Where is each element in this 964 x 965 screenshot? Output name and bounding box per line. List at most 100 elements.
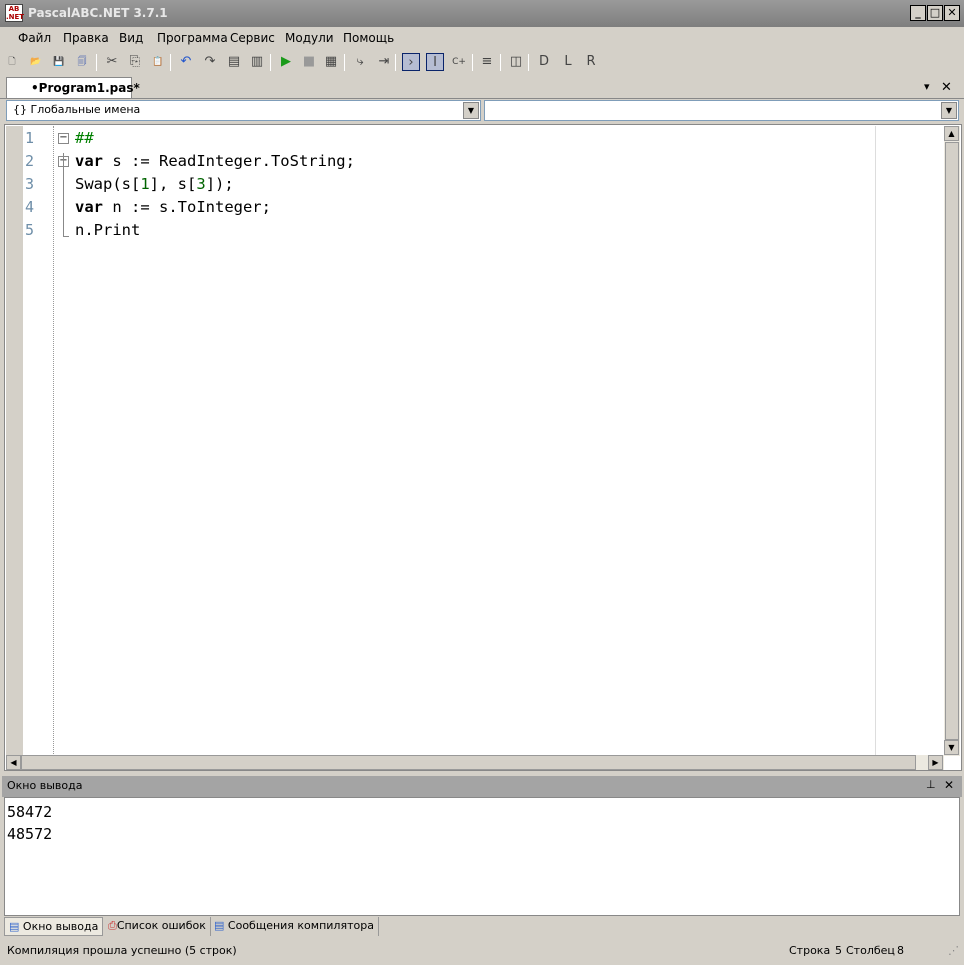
toolbar-separator	[500, 54, 501, 71]
open-folder-icon[interactable]: 📂	[27, 53, 45, 71]
close-tab-icon[interactable]: ✕	[941, 80, 952, 95]
editor-gutter	[6, 126, 23, 756]
code-token: ##	[75, 129, 94, 147]
redo-icon[interactable]: ↷	[201, 53, 219, 71]
code-token: var	[75, 152, 103, 170]
copy-icon[interactable]: ⎘	[126, 53, 144, 71]
close-panel-icon[interactable]: ✕	[944, 778, 954, 792]
tab-label: Список ошибок	[116, 919, 206, 932]
fold-toggle-icon[interactable]: −	[58, 133, 69, 144]
output-line: 58472	[7, 803, 53, 821]
line-number: 5	[25, 221, 35, 239]
divider	[0, 98, 964, 99]
maximize-button[interactable]: □	[927, 5, 943, 21]
code-line: n.Print	[75, 221, 140, 239]
tab-output[interactable]: ▤ Окно вывода	[4, 917, 104, 936]
line-number: 4	[25, 198, 35, 216]
code-token: Swap(s[	[75, 175, 141, 193]
scroll-left-arrow[interactable]: ◀	[6, 755, 21, 770]
cut-icon[interactable]: ✂	[103, 53, 121, 71]
step-into-icon[interactable]: ⤷	[351, 53, 369, 71]
close-button[interactable]: ✕	[944, 5, 960, 21]
code-line: var s := ReadInteger.ToString;	[75, 152, 355, 170]
code-line: ##	[75, 129, 94, 147]
output-panel-header: Окно вывода ⊥ ✕	[2, 776, 962, 797]
code-token: n.Print	[75, 221, 141, 239]
stop-icon[interactable]: ■	[300, 53, 318, 71]
toolbar-separator	[96, 54, 97, 71]
status-message: Компиляция прошла успешно (5 строк)	[7, 944, 237, 957]
scope-select[interactable]: {} Глобальные имена ▼	[6, 100, 481, 121]
minimize-button[interactable]: _	[910, 5, 926, 21]
menu-modules[interactable]: Модули	[285, 31, 334, 45]
menu-service[interactable]: Сервис	[230, 31, 275, 45]
code-editor[interactable]: 1−##2−var s := ReadInteger.ToString;3Swa…	[4, 124, 962, 771]
console-icon[interactable]: ›	[402, 53, 420, 71]
menu-help[interactable]: Помощь	[343, 31, 394, 45]
code-token: s := ReadInteger.ToString;	[103, 152, 355, 170]
form-l-icon[interactable]: L	[559, 53, 577, 71]
format-icon[interactable]: ≡	[478, 53, 496, 71]
menu-bar: Файл Правка Вид Программа Сервис Модули …	[0, 28, 964, 48]
find-icon[interactable]: ▤	[225, 53, 243, 71]
toolbar-separator	[170, 54, 171, 71]
status-bar: Компиляция прошла успешно (5 строк) Стро…	[0, 940, 964, 962]
chevron-down-icon[interactable]: ▼	[463, 102, 479, 119]
menu-edit[interactable]: Правка	[63, 31, 109, 45]
fold-margin	[53, 126, 54, 756]
document-icon: ▤	[214, 919, 225, 932]
line-number: 2	[25, 152, 35, 170]
convert-icon[interactable]: C+	[450, 53, 468, 71]
menu-program[interactable]: Программа	[157, 31, 228, 45]
toolbar-separator	[472, 54, 473, 71]
form-d-icon[interactable]: D	[535, 53, 553, 71]
code-token: var	[75, 198, 103, 216]
vertical-scrollbar[interactable]: ▲ ▼	[944, 126, 960, 756]
menu-view[interactable]: Вид	[119, 31, 143, 45]
paste-icon[interactable]: 📋	[149, 53, 167, 71]
toolbar-separator	[270, 54, 271, 71]
pin-icon[interactable]: ⊥	[926, 778, 936, 791]
output-line: 48572	[7, 825, 53, 843]
chevron-down-icon[interactable]: ▼	[941, 102, 957, 119]
save-all-icon[interactable]: 🗐	[73, 53, 91, 71]
resize-grip-icon[interactable]: ⋰	[948, 944, 959, 957]
line-number: 1	[25, 129, 35, 147]
title-bar: AB .NET PascalABC.NET 3.7.1 _ □ ✕	[0, 0, 964, 27]
document-icon: ▤	[9, 920, 20, 933]
scroll-down-arrow[interactable]: ▼	[944, 740, 959, 755]
form-r-icon[interactable]: R	[582, 53, 600, 71]
run-icon[interactable]: ▶	[277, 53, 295, 71]
pascalabc-icon: AB .NET	[5, 4, 25, 22]
code-line: Swap(s[1], s[3]);	[75, 175, 234, 193]
tab-list-dropdown[interactable]: ▾	[924, 80, 930, 93]
tab-compiler-messages[interactable]: ▤ Сообщения компилятора	[210, 917, 379, 936]
tab-error-list[interactable]: ⎙Список ошибок	[104, 917, 211, 936]
tab-program1[interactable]: •Program1.pas*	[6, 77, 140, 99]
scrollbar-thumb[interactable]	[945, 142, 959, 740]
line-number: 3	[25, 175, 35, 193]
menu-file[interactable]: Файл	[18, 31, 51, 45]
save-icon[interactable]: 💾	[50, 53, 68, 71]
code-line: var n := s.ToInteger;	[75, 198, 271, 216]
window-title: PascalABC.NET 3.7.1	[28, 6, 168, 20]
code-template-icon[interactable]: ◫	[507, 53, 525, 71]
code-token: ]);	[205, 175, 234, 193]
member-select[interactable]: ▼	[484, 100, 959, 121]
scroll-up-arrow[interactable]: ▲	[944, 126, 959, 141]
text-icon[interactable]: I	[426, 53, 444, 71]
compile-icon[interactable]: ▦	[322, 53, 340, 71]
column-value: 8	[897, 944, 904, 957]
toolbar-separator	[528, 54, 529, 71]
undo-icon[interactable]: ↶	[177, 53, 195, 71]
code-token: 3	[196, 175, 206, 193]
output-window[interactable]: 58472 48572	[4, 797, 960, 916]
fold-guide	[63, 153, 64, 237]
toolbar-separator	[344, 54, 345, 71]
scroll-right-arrow[interactable]: ▶	[928, 755, 943, 770]
step-over-icon[interactable]: ⇥	[375, 53, 393, 71]
horizontal-scrollbar[interactable]: ◀ ▶	[6, 755, 944, 770]
scrollbar-thumb[interactable]	[21, 755, 916, 770]
new-file-icon[interactable]: 🗋	[3, 53, 21, 71]
replace-icon[interactable]: ▥	[248, 53, 266, 71]
